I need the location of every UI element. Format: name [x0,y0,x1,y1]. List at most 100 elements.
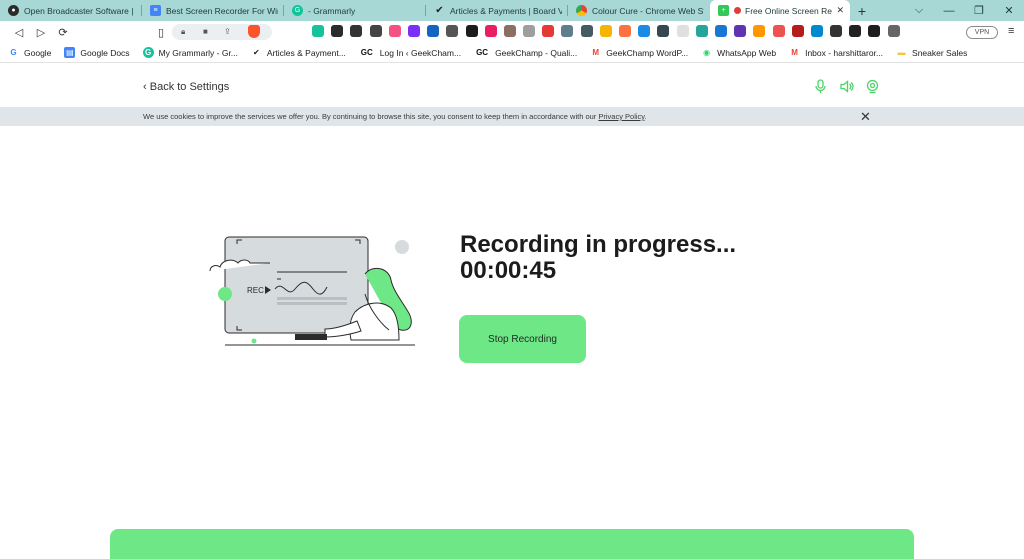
extension-icon[interactable] [350,25,363,37]
extension-icon[interactable] [331,25,344,37]
tab-title: Open Broadcaster Software | OBS [24,5,136,16]
bookmark-label: WhatsApp Web [717,47,777,58]
extension-icon[interactable] [446,25,459,37]
close-tab-icon[interactable]: ✕ [832,5,844,16]
extension-icon[interactable] [580,25,593,37]
bookmark-login-geekchamp[interactable]: GC Log In ‹ GeekCham... [359,47,461,58]
vpn-button[interactable]: VPN [966,26,998,39]
extension-icon[interactable] [734,25,747,37]
obs-icon: ● [8,5,19,16]
tab-strip: ● Open Broadcaster Software | OBS ≡ Best… [0,0,1024,21]
tab-search-chevron-icon[interactable]: ⌵ [904,4,934,17]
tab-title: Free Online Screen Recorder [745,5,832,16]
extension-icon[interactable] [427,25,440,37]
extension-icon[interactable] [369,25,382,37]
close-window-button[interactable]: ✕ [994,4,1024,17]
recording-dot-icon [734,7,741,14]
footer-green-bar [110,529,914,559]
tab-articles-payments[interactable]: ✔ Articles & Payments | Board View [426,0,568,21]
bookmark-grammarly[interactable]: G My Grammarly - Gr... [142,47,238,58]
bookmark-label: Log In ‹ GeekCham... [379,47,462,58]
gmail-icon: M [592,48,600,57]
tab-colour-cure[interactable]: Colour Cure - Chrome Web Store [568,0,710,21]
extension-icon[interactable] [830,25,843,37]
extension-icon[interactable] [657,25,670,37]
extension-icon[interactable] [465,25,478,37]
reload-icon[interactable]: ⟳ [52,26,74,39]
close-icon[interactable]: ✕ [860,109,871,125]
bookmark-inbox[interactable]: M Inbox - harshittaror... [789,47,883,58]
forward-icon[interactable]: ▷ [30,26,52,39]
checkmark-icon: ✔ [435,5,444,16]
stop-recording-button[interactable]: Stop Recording [459,315,586,363]
chevron-left-icon: ‹ [143,81,150,93]
webcam-icon[interactable] [865,79,880,94]
microphone-icon[interactable] [813,79,828,94]
minimize-button[interactable]: — [934,5,964,17]
extension-icon[interactable] [714,25,727,37]
green-dot-decoration [218,287,232,301]
bookmark-sneaker-sales[interactable]: ▬ Sneaker Sales [896,47,968,58]
extension-icon[interactable] [561,25,574,37]
tab-title: Best Screen Recorder For Windows [166,5,278,16]
extension-icon[interactable] [312,25,324,37]
grey-dot-decoration [395,240,409,254]
tab-obs[interactable]: ● Open Broadcaster Software | OBS [0,0,142,21]
tab-free-online-screen-recorder[interactable]: + Free Online Screen Recorder ✕ [710,0,850,21]
bookmark-google[interactable]: G Google [8,47,51,58]
cookie-period: . [644,112,647,121]
gmail-icon: M [791,48,798,57]
extension-icon[interactable] [638,25,651,37]
brave-shield-icon[interactable] [248,25,260,38]
extension-icon[interactable] [599,25,612,37]
back-to-settings-link[interactable]: ‹ Back to Settings [143,81,229,93]
extension-icon[interactable] [407,25,420,37]
bookmark-label: Google [24,47,52,58]
bookmark-articles-payments[interactable]: ✔ Articles & Payment... [251,47,346,58]
extension-icon[interactable] [503,25,516,37]
google-icon: G [10,48,17,57]
bookmark-google-docs[interactable]: ▤ Google Docs [64,47,130,58]
new-tab-button[interactable]: + [850,0,874,21]
lock-icon: 🔒︎ [181,27,186,36]
menu-icon[interactable]: ≡ [1008,25,1014,37]
extension-icon[interactable] [810,25,823,37]
bookmark-geekchamp-quality[interactable]: GC GeekChamp - Quali... [474,47,577,58]
recording-timer: 00:00:45 [460,257,557,284]
privacy-policy-link[interactable]: Privacy Policy [598,112,644,121]
extension-icons [312,25,907,37]
extension-icon[interactable] [791,25,804,37]
bookmark-label: Inbox - harshittaror... [805,47,884,58]
extension-icon[interactable] [619,25,631,37]
extension-icon[interactable] [542,25,555,37]
extension-icon[interactable] [523,25,536,37]
extension-icon[interactable] [868,25,881,37]
extension-icon[interactable] [753,25,766,37]
speaker-icon[interactable] [839,79,854,94]
page-content: ‹ Back to Settings We use cookies to imp… [0,64,1024,559]
extension-icon[interactable] [484,25,497,37]
tab-best-screen-recorder[interactable]: ≡ Best Screen Recorder For Windows [142,0,284,21]
tab-title: Colour Cure - Chrome Web Store [592,5,704,16]
bookmark-label: My Grammarly - Gr... [158,47,238,58]
extension-icon[interactable] [676,25,689,37]
share-icon: ⇪ [224,27,231,36]
cookie-message: We use cookies to improve the services w… [143,112,599,121]
extension-icon[interactable] [772,25,785,37]
camera-icon: ■ [203,27,208,36]
bookmark-whatsapp[interactable]: ◉ WhatsApp Web [701,47,776,58]
bookmark-geekchamp-wordpress[interactable]: M GeekChamp WordP... [590,47,688,58]
extension-icon[interactable] [388,25,401,37]
tab-grammarly[interactable]: G - Grammarly [284,0,426,21]
extension-icon[interactable] [887,25,900,37]
extension-icon[interactable] [849,25,862,37]
back-icon[interactable]: ◁ [8,26,30,39]
monitor-illustration [224,236,369,334]
webstore-icon [576,5,587,16]
extension-icon[interactable] [695,25,708,37]
bookmark-icon[interactable]: ▯ [150,26,172,39]
restore-button[interactable]: ❐ [964,4,994,17]
docs-icon: ▤ [64,47,76,58]
recording-illustration: REC [209,236,415,346]
bookmark-label: Sneaker Sales [912,47,968,58]
